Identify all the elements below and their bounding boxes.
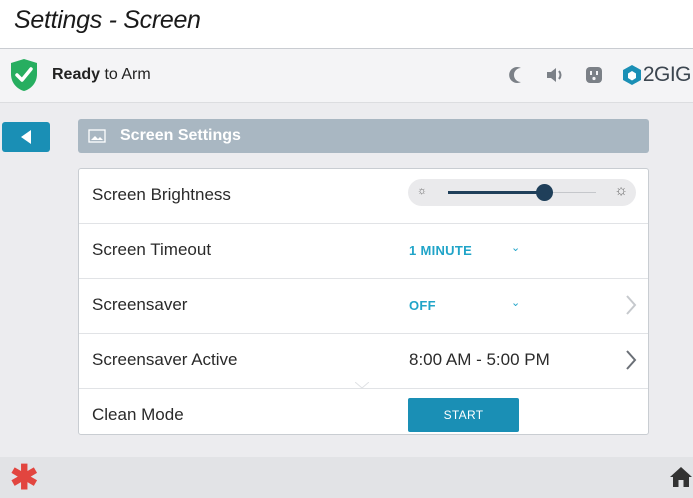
status-icons: 2GIG — [507, 61, 693, 89]
section-title: Screen Settings — [120, 127, 241, 144]
row-divider-notch — [355, 382, 369, 389]
sun-small-icon: ☼ — [417, 185, 428, 197]
clean-mode-start-button[interactable]: START — [408, 398, 519, 432]
emergency-asterisk-icon[interactable]: ✱ — [10, 461, 39, 495]
2gig-logo-icon — [622, 65, 641, 85]
section-header: Screen Settings — [78, 119, 649, 153]
sun-large-icon: ☼ — [614, 182, 628, 199]
slider-fill — [448, 191, 544, 194]
arm-status-bold: Ready — [52, 66, 101, 83]
back-button[interactable] — [2, 122, 50, 152]
speaker-icon[interactable] — [545, 64, 567, 86]
brand-name: 2GIG — [642, 63, 692, 86]
arm-status-rest: to Arm — [100, 66, 151, 83]
home-icon[interactable] — [669, 466, 693, 488]
row-label: Clean Mode — [92, 405, 184, 424]
status-bar: Ready to Arm 2GIG — [0, 49, 693, 103]
picture-icon — [88, 129, 106, 143]
settings-panel: Screen Brightness ☼ ☼ Screen Timeout 1 M… — [78, 168, 649, 435]
slider-knob[interactable] — [536, 184, 553, 201]
screensaver-schedule: 8:00 AM - 5:00 PM — [409, 350, 550, 369]
row-label: Screensaver Active — [92, 350, 238, 369]
screensaver-dropdown[interactable]: OFF — [409, 298, 436, 313]
chevron-right-icon[interactable] — [624, 348, 638, 372]
back-arrow-icon — [21, 130, 31, 144]
chevron-down-icon[interactable]: ⌄ — [511, 296, 520, 309]
moon-icon[interactable] — [507, 64, 529, 86]
brightness-slider[interactable]: ☼ ☼ — [408, 179, 636, 206]
arm-status-text: Ready to Arm — [52, 66, 151, 84]
row-screen-brightness: Screen Brightness ☼ ☼ — [79, 169, 648, 224]
bottom-bar: ✱ — [0, 457, 693, 498]
outlet-icon[interactable] — [583, 64, 605, 86]
shield-check-icon — [11, 59, 37, 91]
timeout-dropdown[interactable]: 1 MINUTE — [409, 243, 472, 258]
row-screen-timeout[interactable]: Screen Timeout 1 MINUTE ⌄ — [79, 224, 648, 279]
device-screen: Ready to Arm 2GIG Screen Settings Screen… — [0, 48, 693, 498]
row-screensaver[interactable]: Screensaver OFF ⌄ — [79, 279, 648, 334]
row-label: Screensaver — [92, 295, 188, 314]
page-title: Settings - Screen — [14, 6, 201, 34]
chevron-down-icon[interactable]: ⌄ — [511, 241, 520, 254]
row-label: Screen Timeout — [92, 240, 212, 259]
row-clean-mode: Clean Mode START — [79, 389, 648, 444]
row-screensaver-active[interactable]: Screensaver Active 8:00 AM - 5:00 PM — [79, 334, 648, 389]
row-label: Screen Brightness — [92, 185, 231, 204]
chevron-right-icon[interactable] — [624, 293, 638, 317]
brand-logo: 2GIG — [621, 63, 692, 87]
